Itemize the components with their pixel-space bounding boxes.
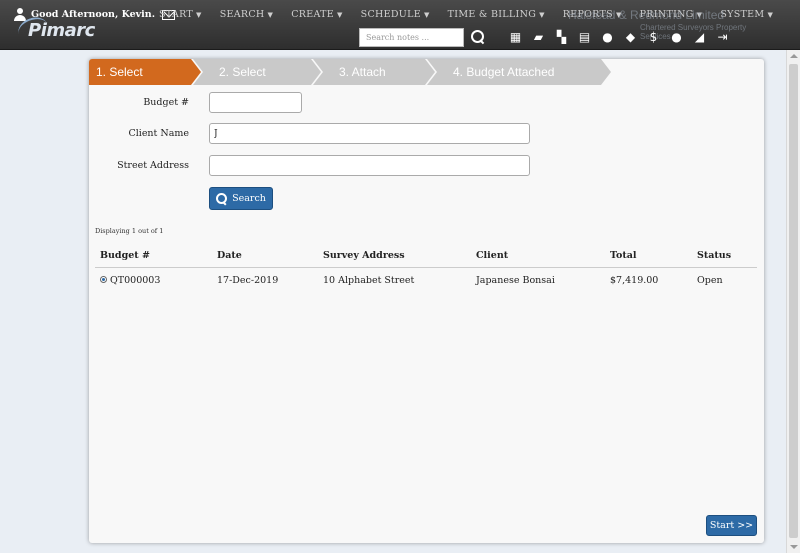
- cell-budget: QT000003: [95, 267, 212, 293]
- calendar-icon[interactable]: ▦: [508, 30, 523, 44]
- col-client[interactable]: Client: [471, 245, 605, 268]
- col-total[interactable]: Total: [605, 245, 692, 268]
- table-header: Budget # Date Survey Address Client Tota…: [95, 245, 757, 268]
- document-search-icon[interactable]: ▤: [577, 30, 592, 44]
- search-icon[interactable]: [471, 30, 485, 44]
- wizard-panel: 1. Select Budget 2. Select Project 3. At…: [89, 59, 764, 543]
- nav-schedule[interactable]: SCHEDULE ▼: [352, 9, 439, 20]
- scroll-thumb[interactable]: [789, 64, 798, 538]
- client-name-input[interactable]: [209, 123, 530, 144]
- map-search-icon[interactable]: ▚: [554, 30, 569, 44]
- street-address-label: Street Address: [117, 160, 189, 171]
- col-date[interactable]: Date: [212, 245, 318, 268]
- money-search-icon[interactable]: $: [646, 30, 661, 44]
- step-attach-budget[interactable]: 3. Attach Budget: [313, 59, 435, 85]
- caret-down-icon: ▼: [336, 11, 343, 19]
- search-button[interactable]: Search: [209, 187, 273, 210]
- hat-search-icon[interactable]: ◆: [623, 30, 638, 44]
- results-table: Budget # Date Survey Address Client Tota…: [95, 245, 757, 293]
- user-search-icon[interactable]: ●: [600, 30, 615, 44]
- client-name-label: Client Name: [128, 128, 189, 139]
- nav-create[interactable]: CREATE ▼: [282, 9, 351, 20]
- budget-label: Budget #: [143, 97, 189, 108]
- step-budget-summary[interactable]: 4. Budget Attached Summary: [427, 59, 611, 85]
- step-select-budget[interactable]: 1. Select Budget: [89, 59, 201, 85]
- toolbar-icons: ▦ ▰ ▚ ▤ ● ◆ $ ● ◢ ⇥: [508, 30, 730, 44]
- user-icon[interactable]: ●: [669, 30, 684, 44]
- top-bar: Good Afternoon, Kevin. Pimarc START ▼ SEA…: [0, 0, 800, 50]
- caret-down-icon: ▼: [196, 11, 202, 19]
- street-address-input[interactable]: [209, 155, 530, 176]
- wizard-steps: 1. Select Budget 2. Select Project 3. At…: [89, 59, 611, 85]
- greeting-text: Good Afternoon, Kevin.: [31, 9, 156, 20]
- cell-total: $7,419.00: [610, 274, 659, 286]
- budget-number-input[interactable]: [209, 92, 302, 113]
- logo[interactable]: Pimarc: [28, 20, 95, 41]
- nav-search[interactable]: SEARCH ▼: [211, 9, 283, 20]
- nav-start[interactable]: START ▼: [150, 9, 211, 20]
- caret-down-icon: ▼: [267, 11, 274, 19]
- company-name: Halstead & Redmond Limited: [568, 8, 725, 22]
- search-icon: [216, 193, 228, 204]
- cell-date: 17-Dec-2019: [217, 274, 279, 286]
- user-icon: [14, 8, 26, 21]
- scroll-up-icon[interactable]: [790, 54, 798, 58]
- page-scrollbar[interactable]: [786, 50, 800, 553]
- row-radio[interactable]: [100, 275, 107, 283]
- cell-client: Japanese Bonsai: [476, 274, 555, 286]
- logout-icon[interactable]: ⇥: [715, 30, 730, 44]
- nav-time-billing[interactable]: TIME & BILLING ▼: [439, 9, 554, 20]
- chart-icon[interactable]: ◢: [692, 30, 707, 44]
- table-row[interactable]: QT000003 17-Dec-2019 10 Alphabet Street …: [95, 267, 757, 293]
- search-button-label: Search: [232, 193, 266, 204]
- cell-status: Open: [697, 274, 723, 286]
- col-status[interactable]: Status: [692, 245, 757, 268]
- step-select-project[interactable]: 2. Select Project: [193, 59, 321, 85]
- cell-address: 10 Alphabet Street: [323, 274, 415, 286]
- start-button[interactable]: Start >>: [706, 515, 757, 536]
- caret-down-icon: ▼: [423, 11, 430, 19]
- scroll-down-icon[interactable]: [790, 545, 798, 549]
- caret-down-icon: ▼: [767, 11, 774, 19]
- col-budget[interactable]: Budget #: [95, 245, 212, 268]
- search-notes-input[interactable]: [359, 28, 464, 47]
- results-count: Displaying 1 out of 1: [95, 227, 164, 235]
- col-survey-address[interactable]: Survey Address: [318, 245, 471, 268]
- folder-search-icon[interactable]: ▰: [531, 30, 546, 44]
- caret-down-icon: ▼: [539, 11, 545, 19]
